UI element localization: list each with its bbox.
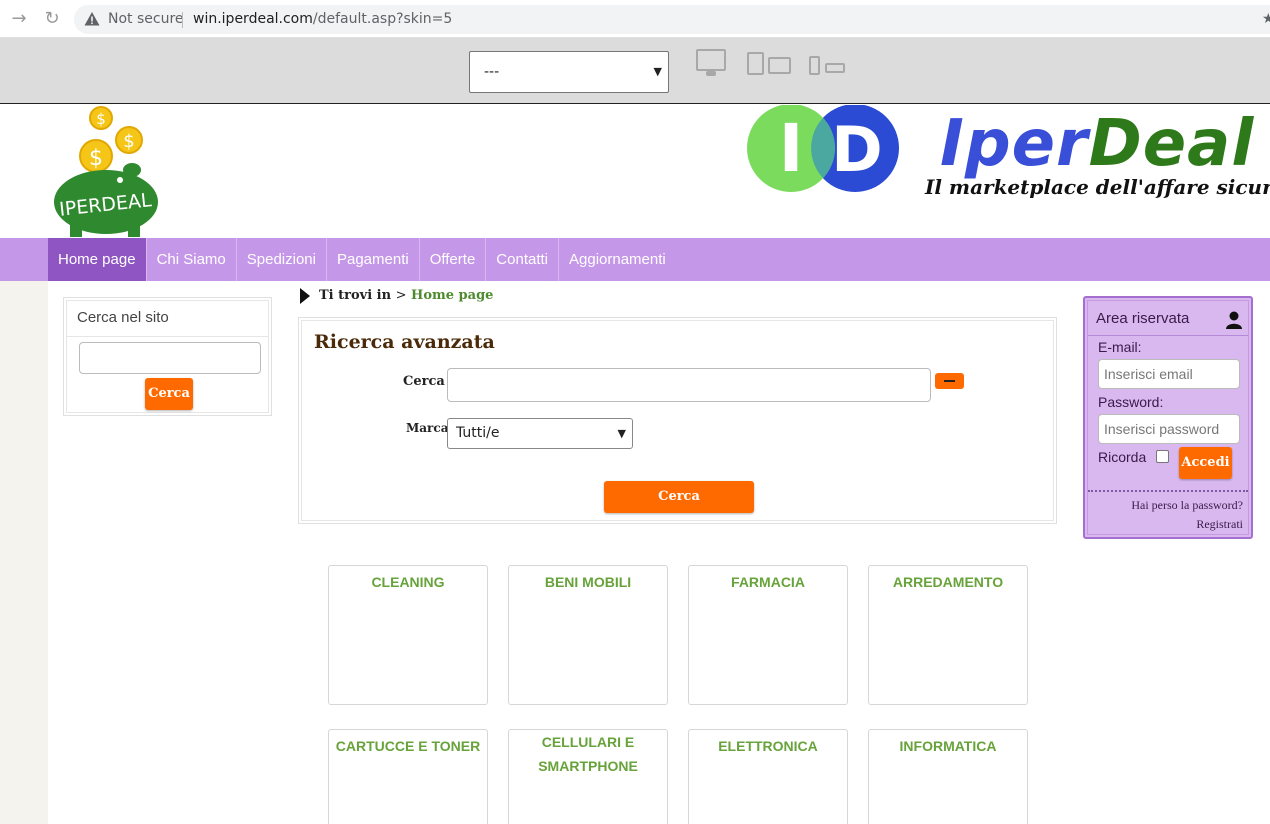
category-tile-cartucce[interactable]: CARTUCCE E TONER: [328, 729, 488, 824]
nav-item-pagamenti[interactable]: Pagamenti: [327, 238, 420, 281]
brand-label: Marca: [406, 421, 449, 435]
login-frame: Area riservata E-mail: Inserisci email P…: [1087, 300, 1249, 535]
nav-item-home[interactable]: Home page: [48, 238, 147, 281]
chevron-down-icon: ▼: [617, 427, 626, 440]
browser-toolbar: → ↻ Not secure win.iperdeal.com/default.…: [0, 0, 1270, 38]
advanced-search-input[interactable]: [447, 368, 931, 402]
brand-title-iper: Iper: [940, 107, 1089, 181]
device-preview-bar: --- ▼: [0, 38, 1270, 104]
forgot-password-link[interactable]: Hai perso la password?: [1131, 498, 1243, 513]
chevron-down-icon: ▼: [653, 65, 662, 78]
address-bar[interactable]: Not secure win.iperdeal.com/default.asp?…: [74, 5, 1270, 34]
login-panel: Area riservata E-mail: Inserisci email P…: [1083, 296, 1253, 539]
breadcrumb-arrow-icon: [300, 288, 310, 304]
register-link[interactable]: Registrati: [1196, 517, 1243, 532]
breadcrumb-current[interactable]: Home page: [411, 288, 493, 303]
site-search-divider: [67, 336, 268, 337]
brand-title: IperDeal: [940, 107, 1254, 181]
login-divider: [1088, 335, 1248, 336]
category-tile-informatica[interactable]: INFORMATICA: [868, 729, 1028, 824]
site-header: $ $ $ IPERDEAL I D IperDeal Il marketpla…: [0, 105, 1270, 238]
login-button[interactable]: Accedi: [1179, 447, 1232, 479]
breadcrumb-label: Ti trovi in: [319, 288, 392, 303]
advanced-search-frame: Ricerca avanzata Cerca Marca Tutti/e ▼ C…: [301, 320, 1054, 521]
category-tile-cleaning[interactable]: CLEANING: [328, 565, 488, 705]
site-search-frame: Cerca nel sito Cerca: [66, 300, 269, 413]
site-search-input[interactable]: [79, 342, 261, 374]
category-tile-arredamento[interactable]: ARREDAMENTO: [868, 565, 1028, 705]
category-tile-farmacia[interactable]: FARMACIA: [688, 565, 848, 705]
warning-icon: [84, 12, 100, 26]
nav-item-offerte[interactable]: Offerte: [420, 238, 487, 281]
password-label: Password:: [1098, 394, 1164, 410]
search-label: Cerca: [403, 374, 445, 389]
id-circles-logo: I D: [747, 105, 899, 192]
preview-select[interactable]: --- ▼: [469, 51, 669, 93]
nav-item-contatti[interactable]: Contatti: [486, 238, 559, 281]
password-field[interactable]: Inserisci password: [1098, 414, 1240, 444]
preview-select-value: ---: [484, 64, 500, 80]
user-icon: [1226, 311, 1242, 329]
category-tile-cellulari[interactable]: CELLULARI E SMARTPHONE: [508, 729, 668, 824]
category-label: ARREDAMENTO: [892, 574, 1004, 590]
url-divider: [182, 12, 183, 28]
login-title: Area riservata: [1096, 310, 1190, 327]
svg-text:$: $: [89, 146, 103, 171]
svg-text:I: I: [779, 110, 804, 187]
brand-subtitle: Il marketplace dell'affare sicuro: [925, 175, 1270, 199]
brand-title-deal: Deal: [1088, 107, 1255, 181]
category-label: BENI MOBILI: [544, 574, 632, 590]
category-label: INFORMATICA: [899, 738, 997, 754]
brand-select[interactable]: Tutti/e ▼: [447, 418, 633, 449]
category-label: CELLULARI E SMARTPHONE: [538, 734, 638, 774]
url-path: /default.asp?skin=5: [312, 11, 453, 27]
bookmark-star-icon[interactable]: ★: [1262, 11, 1270, 27]
category-tile-beni-mobili[interactable]: BENI MOBILI: [508, 565, 668, 705]
category-label: CLEANING: [371, 574, 445, 590]
remember-label: Ricorda: [1098, 449, 1147, 465]
site-search-title: Cerca nel sito: [77, 309, 169, 326]
breadcrumb-separator: >: [395, 288, 407, 303]
advanced-search-title: Ricerca avanzata: [314, 331, 495, 353]
svg-text:D: D: [831, 113, 882, 186]
svg-text:$: $: [123, 131, 134, 152]
forward-icon[interactable]: →: [8, 8, 30, 30]
reload-icon[interactable]: ↻: [41, 8, 63, 30]
email-field[interactable]: Inserisci email: [1098, 359, 1240, 389]
nav-item-aggiornamenti[interactable]: Aggiornamenti: [559, 238, 676, 281]
site-search-button[interactable]: Cerca: [145, 378, 193, 410]
nav-item-chi-siamo[interactable]: Chi Siamo: [147, 238, 237, 281]
left-gutter: [0, 281, 48, 824]
category-tile-elettronica[interactable]: ELETTRONICA: [688, 729, 848, 824]
svg-text:$: $: [96, 110, 106, 128]
advanced-search-button[interactable]: Cerca: [604, 481, 754, 513]
email-label: E-mail:: [1098, 339, 1142, 355]
login-dotted-divider: [1088, 490, 1248, 492]
category-label: ELETTRONICA: [718, 738, 818, 754]
url-domain: win.iperdeal.com: [193, 11, 313, 27]
piggy-bank-logo[interactable]: $ $ $ IPERDEAL: [50, 105, 168, 237]
brand-logo[interactable]: I D IperDeal Il marketplace dell'affare …: [745, 105, 1270, 199]
breadcrumb-text: Ti trovi in > Home page: [319, 288, 493, 303]
not-secure-label: Not secure: [108, 11, 184, 27]
brand-select-value: Tutti/e: [456, 425, 500, 441]
nav-item-spedizioni[interactable]: Spedizioni: [237, 238, 327, 281]
minus-icon: [944, 380, 955, 382]
main-nav: Home page Chi Siamo Spedizioni Pagamenti…: [0, 238, 1270, 281]
remember-checkbox[interactable]: [1156, 450, 1169, 463]
category-label: FARMACIA: [731, 574, 805, 590]
collapse-button[interactable]: [935, 373, 964, 389]
url-text: win.iperdeal.com/default.asp?skin=5: [193, 11, 452, 27]
category-label: CARTUCCE E TONER: [335, 738, 481, 754]
site-search-box: Cerca nel sito Cerca: [63, 297, 272, 416]
advanced-search-panel: Ricerca avanzata Cerca Marca Tutti/e ▼ C…: [298, 317, 1057, 524]
nav-list: Home page Chi Siamo Spedizioni Pagamenti…: [48, 238, 676, 281]
